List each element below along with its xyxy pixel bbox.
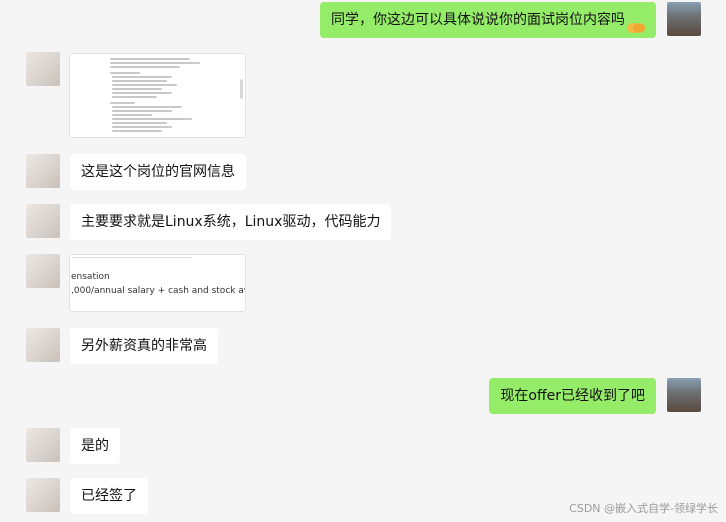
message-text: 主要要求就是Linux系统，Linux驱动，代码能力	[81, 214, 381, 230]
avatar[interactable]	[26, 154, 60, 188]
message-bubble[interactable]: 这是这个岗位的官网信息	[70, 154, 246, 190]
message-bubble[interactable]: 已经签了	[70, 478, 148, 514]
avatar[interactable]	[667, 2, 701, 36]
avatar[interactable]	[26, 204, 60, 238]
message-bubble[interactable]: 另外薪资真的非常高	[70, 328, 218, 364]
image-message[interactable]	[69, 53, 246, 138]
handshake-emoji-icon	[627, 13, 645, 33]
avatar[interactable]	[667, 378, 701, 412]
image-text-line: ensation	[71, 272, 110, 282]
message-bubble[interactable]: 同学，你这边可以具体说说你的面试岗位内容吗	[320, 2, 656, 38]
avatar[interactable]	[26, 328, 60, 362]
avatar[interactable]	[26, 52, 60, 86]
message-bubble[interactable]: 主要要求就是Linux系统，Linux驱动，代码能力	[70, 204, 392, 240]
avatar[interactable]	[26, 478, 60, 512]
avatar[interactable]	[26, 428, 60, 462]
message-row: 是的	[0, 426, 726, 466]
message-row: 另外薪资真的非常高	[0, 326, 726, 366]
message-bubble[interactable]: 是的	[70, 428, 120, 464]
message-text: 是的	[81, 438, 109, 454]
image-message[interactable]: ensation ,000/annual salary + cash and s…	[69, 254, 246, 312]
message-text: 另外薪资真的非常高	[81, 338, 207, 354]
watermark: CSDN @嵌入式自学-领绿学长	[569, 502, 718, 515]
message-text: 同学，你这边可以具体说说你的面试岗位内容吗	[331, 12, 625, 28]
message-text: 现在offer已经收到了吧	[500, 388, 645, 404]
message-text: 这是这个岗位的官网信息	[81, 164, 235, 180]
image-scrollbar	[240, 79, 243, 99]
cropped-text-line	[72, 255, 192, 258]
message-row: 这是这个岗位的官网信息	[0, 152, 726, 192]
message-bubble[interactable]: 现在offer已经收到了吧	[489, 378, 656, 414]
message-row	[0, 50, 726, 140]
message-text: 已经签了	[81, 488, 137, 504]
message-row: 现在offer已经收到了吧	[0, 376, 726, 416]
message-row: 主要要求就是Linux系统，Linux驱动，代码能力	[0, 202, 726, 242]
avatar[interactable]	[26, 254, 60, 288]
image-text-line: ,000/annual salary + cash and stock awar…	[71, 286, 245, 296]
message-row: ensation ,000/annual salary + cash and s…	[0, 252, 726, 316]
message-row: 同学，你这边可以具体说说你的面试岗位内容吗	[0, 0, 726, 40]
